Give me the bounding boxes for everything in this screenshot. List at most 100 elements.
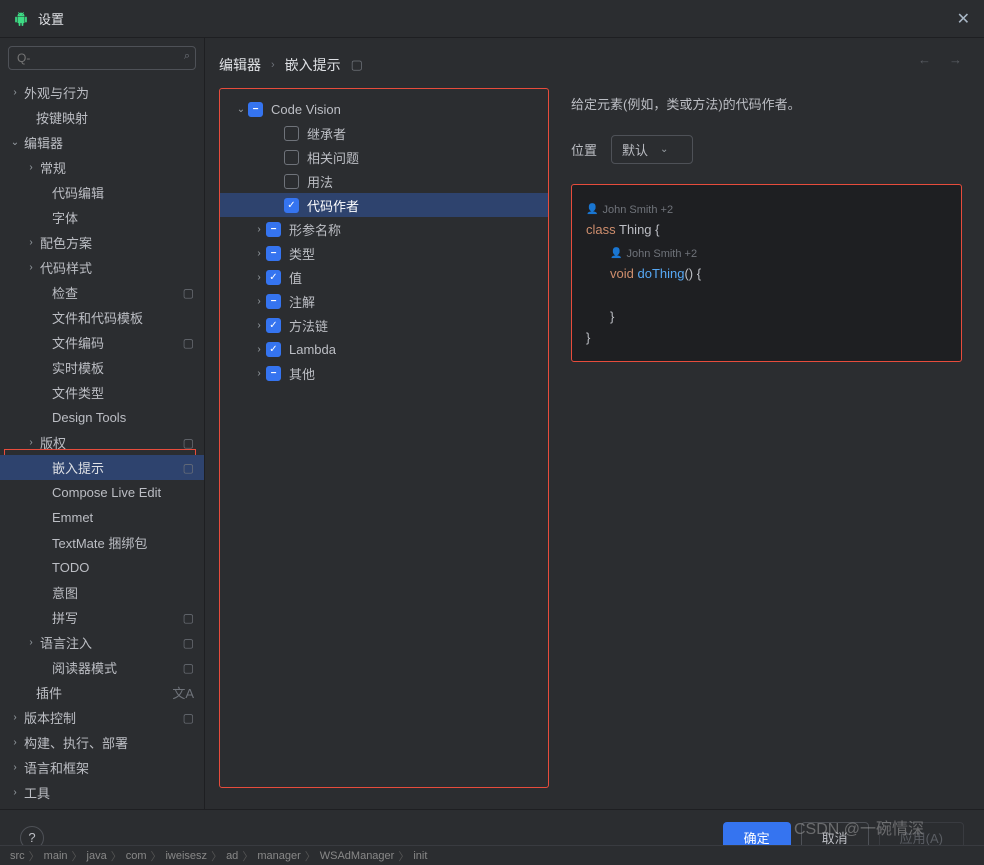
sidebar-item[interactable]: 嵌入提示▢ <box>0 455 204 480</box>
sidebar-item[interactable]: TODO <box>0 555 204 580</box>
checkbox[interactable] <box>284 198 299 213</box>
breadcrumb-segment[interactable]: iweisesz <box>165 850 207 862</box>
breadcrumb-segment[interactable]: com <box>126 850 147 862</box>
sidebar-item[interactable]: ›语言注入▢ <box>0 630 204 655</box>
chevron-icon[interactable]: › <box>252 344 266 355</box>
forward-arrow-icon[interactable]: → <box>949 52 962 67</box>
checkbox[interactable] <box>266 366 281 381</box>
chevron-icon[interactable]: › <box>24 637 38 648</box>
checkbox[interactable] <box>284 174 299 189</box>
tree-item[interactable]: ›值 <box>220 265 548 289</box>
project-badge-icon: ▢ <box>183 661 194 675</box>
search-input[interactable] <box>8 46 196 70</box>
tree-item[interactable]: ›其他 <box>220 361 548 385</box>
sidebar-item[interactable]: ›代码样式 <box>0 255 204 280</box>
sidebar-item[interactable]: 文件和代码模板 <box>0 305 204 330</box>
checkbox[interactable] <box>266 342 281 357</box>
chevron-icon[interactable]: › <box>24 437 38 448</box>
sidebar-item[interactable]: 字体 <box>0 205 204 230</box>
tree-item[interactable]: 用法 <box>220 169 548 193</box>
search-icon[interactable]: ⌕ <box>184 50 190 63</box>
tree-item[interactable]: ›类型 <box>220 241 548 265</box>
sidebar-item[interactable]: ›构建、执行、部署 <box>0 730 204 755</box>
chevron-icon[interactable]: › <box>8 712 22 723</box>
chevron-icon[interactable]: › <box>8 787 22 798</box>
tree-item[interactable]: 继承者 <box>220 121 548 145</box>
checkbox[interactable] <box>266 246 281 261</box>
breadcrumb-segment[interactable]: ad <box>226 850 238 862</box>
sidebar-item[interactable]: ⌄编辑器 <box>0 130 204 155</box>
sidebar-item[interactable]: 检查▢ <box>0 280 204 305</box>
sidebar-item[interactable]: ›配色方案 <box>0 230 204 255</box>
sidebar-item[interactable]: Design Tools <box>0 405 204 430</box>
sidebar-item[interactable]: ›外观与行为 <box>0 80 204 105</box>
sidebar-item[interactable]: 实时模板 <box>0 355 204 380</box>
chevron-down-icon: ⌄ <box>660 144 668 155</box>
checkbox[interactable] <box>248 102 263 117</box>
tree-item[interactable]: 代码作者 <box>220 193 548 217</box>
sidebar-item[interactable]: ›语言和框架 <box>0 755 204 780</box>
sidebar-item[interactable]: Emmet <box>0 505 204 530</box>
tree-item[interactable]: 相关问题 <box>220 145 548 169</box>
chevron-icon[interactable]: › <box>252 296 266 307</box>
tree-item[interactable]: ›形参名称 <box>220 217 548 241</box>
back-arrow-icon[interactable]: ← <box>918 52 931 67</box>
sidebar-item[interactable]: 插件文A <box>0 680 204 705</box>
sidebar-item[interactable]: 意图 <box>0 580 204 605</box>
sidebar-item[interactable]: 拼写▢ <box>0 605 204 630</box>
chevron-icon[interactable]: › <box>252 320 266 331</box>
breadcrumb-segment[interactable]: main <box>44 850 68 862</box>
chevron-icon[interactable]: › <box>24 237 38 248</box>
sidebar-item-label: Design Tools <box>52 410 194 425</box>
checkbox[interactable] <box>266 294 281 309</box>
chevron-icon[interactable]: ⌄ <box>234 104 248 115</box>
sidebar-item[interactable]: ›版本控制▢ <box>0 705 204 730</box>
breadcrumb-segment[interactable]: WSAdManager <box>320 850 395 862</box>
sidebar-item[interactable]: 代码编辑 <box>0 180 204 205</box>
chevron-icon[interactable]: › <box>252 224 266 235</box>
breadcrumb-segment[interactable]: java <box>87 850 107 862</box>
android-icon <box>14 12 28 26</box>
checkbox[interactable] <box>266 270 281 285</box>
close-icon[interactable]: ✕ <box>957 9 970 29</box>
sidebar-item[interactable]: Compose Live Edit <box>0 480 204 505</box>
tree-item-label: 用法 <box>307 172 333 191</box>
tree-item[interactable]: ⌄Code Vision <box>220 97 548 121</box>
chevron-icon[interactable]: ⌄ <box>8 137 22 148</box>
chevron-icon[interactable]: › <box>252 272 266 283</box>
position-value: 默认 <box>622 140 648 159</box>
tree-item[interactable]: ›方法链 <box>220 313 548 337</box>
breadcrumb-segment[interactable]: src <box>10 850 25 862</box>
sidebar-item[interactable]: 按键映射 <box>0 105 204 130</box>
sidebar-item[interactable]: 文件编码 ▢ <box>0 330 204 355</box>
crumb-editor[interactable]: 编辑器 <box>219 55 261 75</box>
tree-item[interactable]: ›Lambda <box>220 337 548 361</box>
sidebar-item[interactable]: ›版权▢ <box>0 430 204 455</box>
sidebar-item[interactable]: ›常规 <box>0 155 204 180</box>
sidebar-item-label: 插件 <box>36 683 172 702</box>
chevron-icon[interactable]: › <box>8 737 22 748</box>
tree-item[interactable]: ›注解 <box>220 289 548 313</box>
chevron-icon[interactable]: › <box>24 262 38 273</box>
sidebar-item[interactable]: 阅读器模式▢ <box>0 655 204 680</box>
sidebar-item[interactable]: 文件类型 <box>0 380 204 405</box>
checkbox[interactable] <box>266 318 281 333</box>
position-select[interactable]: 默认 ⌄ <box>611 135 693 164</box>
breadcrumb-segment[interactable]: manager <box>257 850 300 862</box>
sidebar-item-label: 文件编码 <box>52 333 179 352</box>
sidebar-item[interactable]: TextMate 捆绑包 <box>0 530 204 555</box>
chevron-icon[interactable]: › <box>8 87 22 98</box>
breadcrumb-segment[interactable]: init <box>413 850 427 862</box>
chevron-icon[interactable]: › <box>252 368 266 379</box>
chevron-icon[interactable]: › <box>252 248 266 259</box>
project-badge-icon: ▢ <box>183 336 194 350</box>
checkbox[interactable] <box>266 222 281 237</box>
project-badge-icon: ▢ <box>183 286 194 300</box>
tree-item-label: 代码作者 <box>307 196 359 215</box>
chevron-icon[interactable]: › <box>8 762 22 773</box>
checkbox[interactable] <box>284 126 299 141</box>
checkbox[interactable] <box>284 150 299 165</box>
window-title: 设置 <box>38 9 64 28</box>
sidebar-item[interactable]: ›工具 <box>0 780 204 805</box>
chevron-icon[interactable]: › <box>24 162 38 173</box>
